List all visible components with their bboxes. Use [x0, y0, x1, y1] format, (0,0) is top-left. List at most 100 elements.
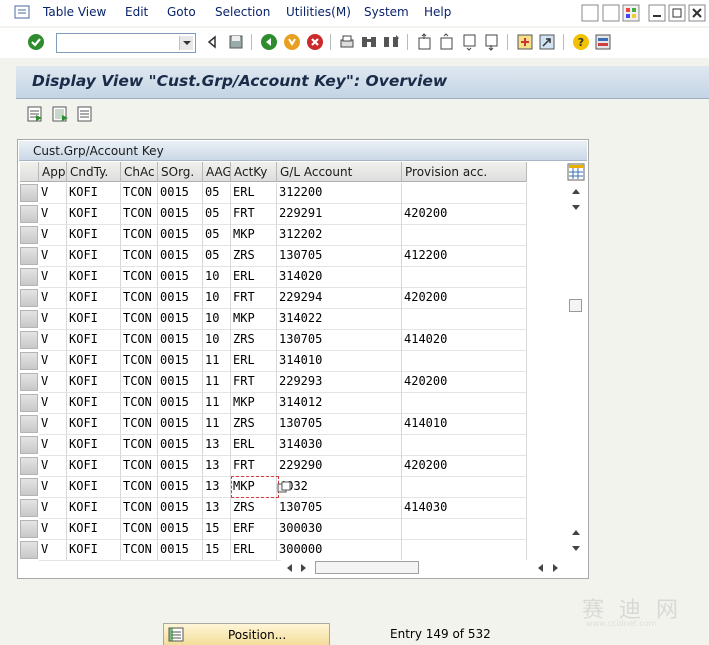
help-box-icon[interactable] — [602, 4, 620, 22]
row-selector[interactable] — [20, 394, 38, 412]
close-icon[interactable] — [688, 4, 706, 22]
shortcut-icon[interactable] — [538, 33, 556, 51]
command-field[interactable] — [56, 33, 196, 53]
scroll-right-icon[interactable] — [552, 563, 560, 573]
scroll-left-icon[interactable] — [536, 563, 544, 573]
command-dropdown[interactable] — [179, 36, 193, 50]
cell-gl-account: 229294 — [277, 288, 402, 309]
menu-goto[interactable]: Goto — [167, 5, 196, 19]
windows-icon[interactable] — [622, 4, 640, 22]
minimize-box-icon[interactable] — [581, 4, 599, 22]
first-page-icon[interactable] — [416, 33, 434, 51]
row-selector[interactable] — [20, 205, 38, 223]
column-header-provision-acc[interactable]: Provision acc. — [402, 162, 527, 182]
cell-provision-acc: 412200 — [402, 246, 527, 267]
column-header-gl-account[interactable]: G/L Account — [277, 162, 402, 182]
cell-cndty: KOFI — [67, 288, 121, 309]
row-selector[interactable] — [20, 541, 38, 559]
maximize-icon[interactable] — [668, 4, 686, 22]
system-menu-icon[interactable] — [14, 5, 30, 19]
cell-sorg: 0015 — [158, 309, 203, 330]
find-icon[interactable] — [360, 33, 378, 51]
green-back-icon[interactable] — [260, 33, 278, 51]
cell-cndty: KOFI — [67, 351, 121, 372]
cell-chac: TCON — [121, 225, 158, 246]
find-next-icon[interactable] — [382, 33, 400, 51]
deselect-all-icon[interactable] — [76, 105, 94, 123]
column-header-aag[interactable]: AAG — [203, 162, 231, 182]
cell-gl-account: 229293 — [277, 372, 402, 393]
vertical-scrollbar[interactable] — [567, 182, 585, 557]
cell-cndty: KOFI — [67, 330, 121, 351]
menu-selection[interactable]: Selection — [215, 5, 270, 19]
cell-sorg: 0015 — [158, 540, 203, 561]
row-selector[interactable] — [20, 415, 38, 433]
row-selector[interactable] — [20, 499, 38, 517]
menu-edit[interactable]: Edit — [125, 5, 148, 19]
minimize-icon[interactable] — [648, 4, 666, 22]
copy-icon[interactable] — [277, 481, 291, 493]
scroll-thumb[interactable] — [569, 299, 582, 312]
enter-icon[interactable] — [27, 33, 45, 51]
exit-icon[interactable] — [283, 33, 301, 51]
cancel-icon[interactable] — [306, 33, 324, 51]
menu-table-view[interactable]: Table View — [43, 5, 106, 19]
scroll-right-icon[interactable] — [300, 563, 308, 573]
print-icon[interactable] — [338, 33, 356, 51]
row-selector[interactable] — [20, 226, 38, 244]
select-all-rows-header[interactable] — [20, 162, 39, 182]
last-page-icon[interactable] — [483, 33, 501, 51]
cell-aag: 11 — [203, 372, 231, 393]
menu-utilities[interactable]: Utilities(M) — [286, 5, 351, 19]
scroll-up-icon[interactable] — [571, 204, 581, 212]
horizontal-scroll-thumb[interactable] — [315, 561, 419, 574]
select-all-icon[interactable] — [51, 105, 69, 123]
cell-chac: TCON — [121, 372, 158, 393]
cell-sorg: 0015 — [158, 372, 203, 393]
details-icon[interactable] — [26, 105, 44, 123]
row-selector[interactable] — [20, 331, 38, 349]
create-session-icon[interactable] — [516, 33, 534, 51]
cell-sorg: 0015 — [158, 351, 203, 372]
previous-page-icon[interactable] — [438, 33, 456, 51]
menu-help[interactable]: Help — [424, 5, 451, 19]
cell-actky: ERL — [231, 351, 277, 372]
row-selector[interactable] — [20, 268, 38, 286]
cell-app: V — [39, 393, 67, 414]
column-header-actky[interactable]: ActKy — [231, 162, 277, 182]
table-settings-icon[interactable] — [567, 163, 585, 181]
next-page-icon[interactable] — [461, 33, 479, 51]
watermark-url: www.ccidnet.com — [586, 619, 657, 628]
column-header-cndty[interactable]: CndTy. — [67, 162, 121, 182]
column-header-sorg[interactable]: SOrg. — [158, 162, 203, 182]
save-icon[interactable] — [227, 33, 245, 51]
row-selector[interactable] — [20, 289, 38, 307]
row-selector[interactable] — [20, 373, 38, 391]
cell-sorg: 0015 — [158, 477, 203, 498]
row-selector[interactable] — [20, 247, 38, 265]
row-selector[interactable] — [20, 457, 38, 475]
scroll-up-icon[interactable] — [571, 187, 581, 195]
cell-cndty: KOFI — [67, 519, 121, 540]
row-selector[interactable] — [20, 478, 38, 496]
scroll-down-icon[interactable] — [571, 528, 581, 536]
row-selector[interactable] — [20, 352, 38, 370]
row-selector[interactable] — [20, 184, 38, 202]
cell-actky: ERL — [231, 435, 277, 456]
help-icon[interactable]: ? — [572, 33, 590, 51]
scroll-left-icon[interactable] — [285, 563, 293, 573]
back-icon[interactable] — [204, 33, 222, 51]
column-header-app[interactable]: App — [39, 162, 67, 182]
row-selector[interactable] — [20, 520, 38, 538]
cell-app: V — [39, 498, 67, 519]
horizontal-scrollbar[interactable] — [281, 560, 567, 576]
scroll-down-icon[interactable] — [571, 545, 581, 553]
cell-sorg: 0015 — [158, 204, 203, 225]
menu-system[interactable]: System — [364, 5, 409, 19]
row-selector[interactable] — [20, 310, 38, 328]
cell-cndty: KOFI — [67, 477, 121, 498]
row-selector[interactable] — [20, 436, 38, 454]
position-button[interactable]: Position... — [163, 623, 330, 645]
customize-layout-icon[interactable] — [594, 33, 612, 51]
column-header-chac[interactable]: ChAc — [121, 162, 158, 182]
